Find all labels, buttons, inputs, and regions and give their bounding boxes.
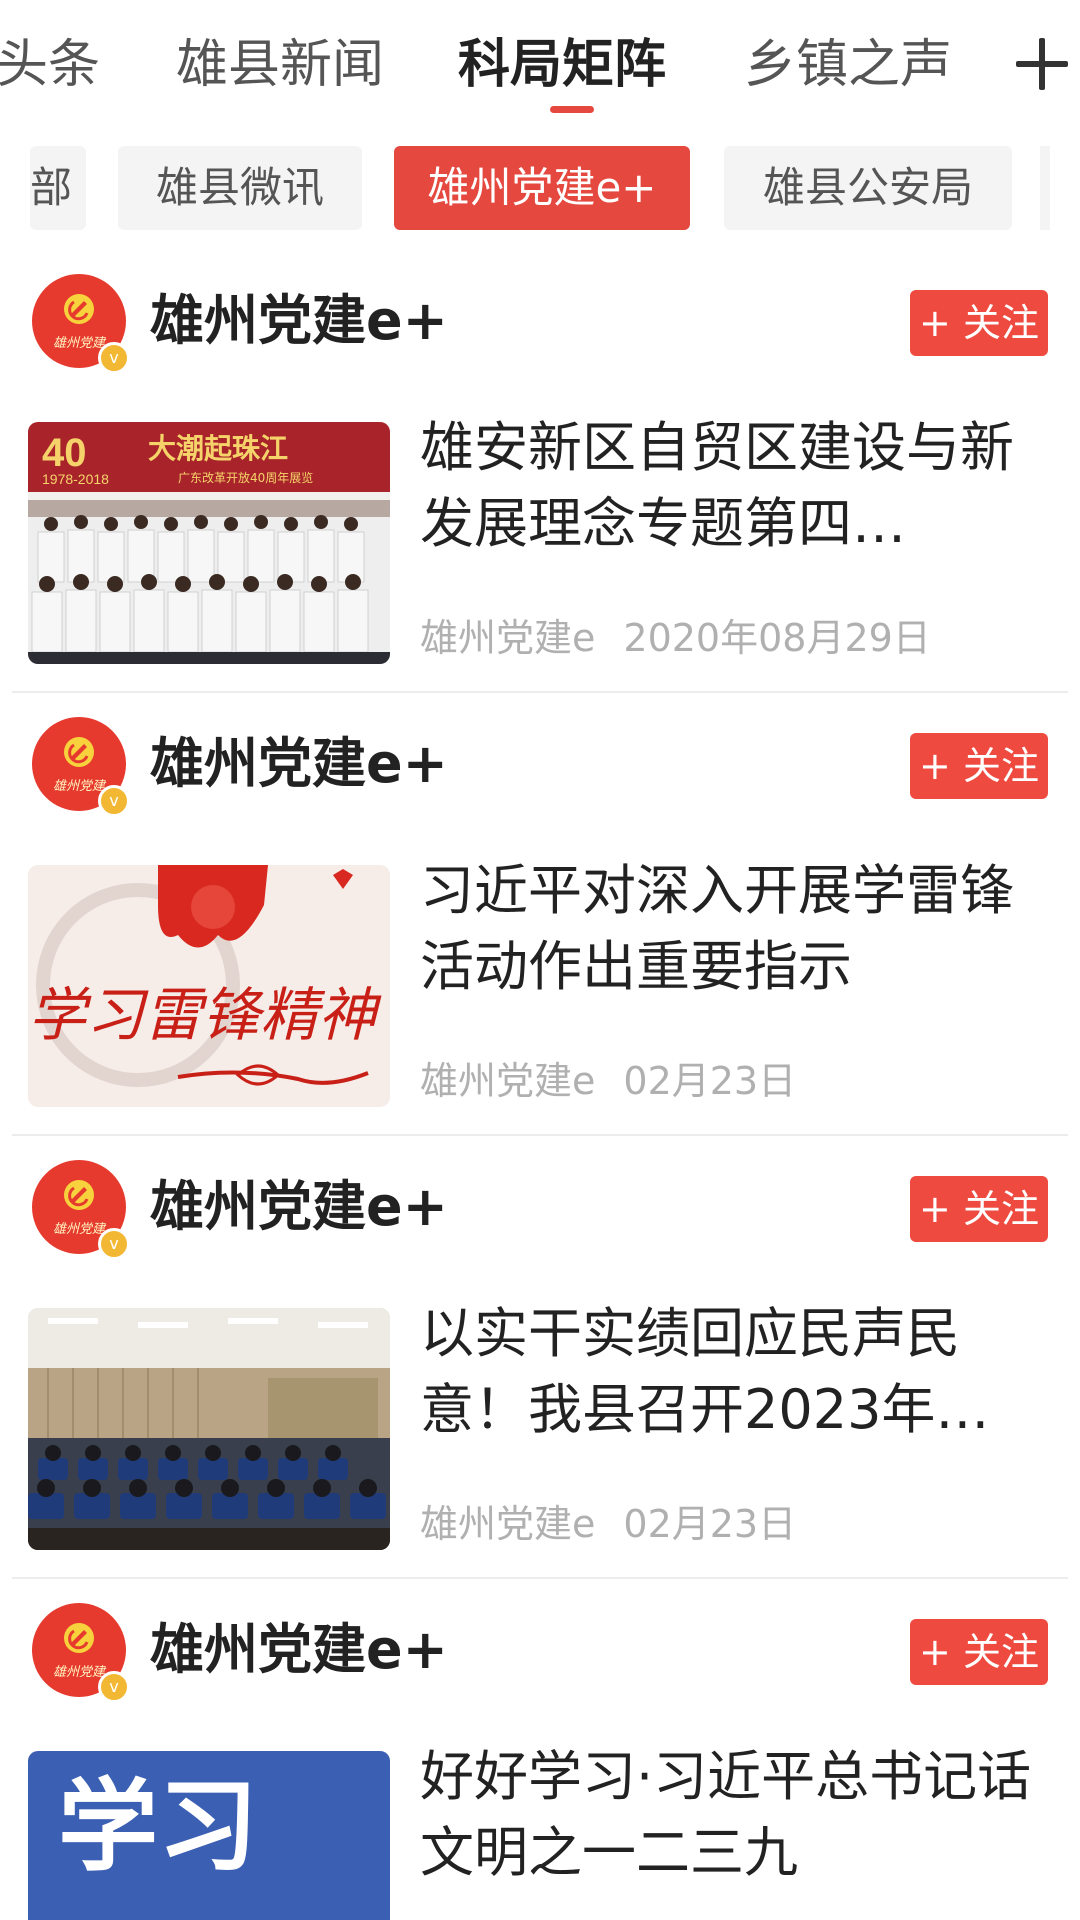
add-channel-plus-icon[interactable] — [1014, 36, 1070, 92]
article-thumbnail[interactable] — [28, 1308, 390, 1550]
party-emblem-icon — [64, 1623, 94, 1653]
account-name[interactable]: 雄州党建e+ — [150, 1172, 448, 1242]
article-date: 02月23日 — [623, 1059, 797, 1103]
account-name[interactable]: 雄州党建e+ — [150, 729, 448, 799]
verified-badge-icon: v — [98, 1671, 130, 1703]
article-headline[interactable]: 好好学习·习近平总书记话文明之一二三九 — [420, 1739, 1040, 1891]
chip-next-partial — [1040, 146, 1050, 230]
party-emblem-icon — [64, 737, 94, 767]
feed-item[interactable]: 雄州党建 v 雄州党建e+ + 关注 40 大潮起珠江 1978-2018 广东… — [0, 250, 1080, 693]
verified-badge-icon: v — [98, 342, 130, 374]
article-date: 2020年08月29日 — [623, 616, 931, 660]
article-headline[interactable]: 以实干实绩回应民声民意！我县召开2023年… — [420, 1296, 1040, 1448]
party-emblem-icon — [64, 294, 94, 324]
party-emblem-icon — [64, 1180, 94, 1210]
thumb-year: 40 — [42, 431, 87, 475]
article-meta: 雄州党建e 02月23日 — [420, 1496, 796, 1552]
chip-partial[interactable]: 部 — [30, 146, 86, 230]
thumb-title: 大潮起珠江 — [148, 432, 288, 465]
chip-xiongzhou-dangjian[interactable]: 雄州党建e+ — [394, 146, 690, 230]
chip-xiongxian-weixun[interactable]: 雄县微讯 — [118, 146, 362, 230]
tab-bureau-matrix[interactable]: 科局矩阵 — [458, 30, 666, 100]
article-headline[interactable]: 雄安新区自贸区建设与新发展理念专题第四… — [420, 410, 1040, 562]
account-name[interactable]: 雄州党建e+ — [150, 286, 448, 356]
article-source: 雄州党建e — [420, 616, 596, 660]
article-source: 雄州党建e — [420, 1059, 596, 1103]
thumb-calligraphy: 学习雷锋精神 — [28, 981, 382, 1049]
follow-button[interactable]: + 关注 — [910, 290, 1048, 356]
follow-button[interactable]: + 关注 — [910, 733, 1048, 799]
feed-item[interactable]: 雄州党建 v 雄州党建e+ + 关注 学习雷锋精神 习近平对深入开展学雷锋活动作… — [0, 693, 1080, 1136]
app-page: 头条 雄县新闻 科局矩阵 乡镇之声 部 雄县微讯 雄州党建e+ 雄县公安局 雄州… — [0, 0, 1080, 1920]
article-meta: 雄州党建e 2020年08月29日 — [420, 610, 931, 666]
feed-item[interactable]: 雄州党建 v 雄州党建e+ + 关注 学习 好好学习·习近平总书记话文明之一二三… — [0, 1579, 1080, 1920]
thumb-sub: 广东改革开放40周年展览 — [178, 470, 313, 485]
sub-channel-chips: 部 雄县微讯 雄州党建e+ 雄县公安局 — [0, 140, 1080, 240]
follow-button[interactable]: + 关注 — [910, 1176, 1048, 1242]
thumb-big-text: 学习 — [58, 1768, 258, 1885]
top-category-tabs: 头条 雄县新闻 科局矩阵 乡镇之声 — [0, 0, 1080, 120]
account-name[interactable]: 雄州党建e+ — [150, 1615, 448, 1685]
chip-xiongxian-police[interactable]: 雄县公安局 — [724, 146, 1012, 230]
tab-town-voices[interactable]: 乡镇之声 — [744, 30, 952, 100]
feed-item[interactable]: 雄州党建 v 雄州党建e+ + 关注 以实干实绩回应民声民意！我县召开2023年… — [0, 1136, 1080, 1579]
article-thumbnail[interactable]: 40 大潮起珠江 1978-2018 广东改革开放40周年展览 — [28, 422, 390, 664]
article-thumbnail[interactable]: 学习 — [28, 1751, 390, 1920]
article-source: 雄州党建e — [420, 1502, 596, 1546]
article-meta: 雄州党建e 02月23日 — [420, 1053, 796, 1109]
thumb-range: 1978-2018 — [42, 471, 109, 487]
article-date: 02月23日 — [623, 1502, 797, 1546]
follow-button[interactable]: + 关注 — [910, 1619, 1048, 1685]
article-headline[interactable]: 习近平对深入开展学雷锋活动作出重要指示 — [420, 853, 1040, 1005]
tab-county-news[interactable]: 雄县新闻 — [176, 30, 384, 100]
article-thumbnail[interactable]: 学习雷锋精神 — [28, 865, 390, 1107]
active-tab-indicator — [550, 106, 594, 113]
verified-badge-icon: v — [98, 1228, 130, 1260]
tab-headlines[interactable]: 头条 — [0, 30, 100, 100]
verified-badge-icon: v — [98, 785, 130, 817]
